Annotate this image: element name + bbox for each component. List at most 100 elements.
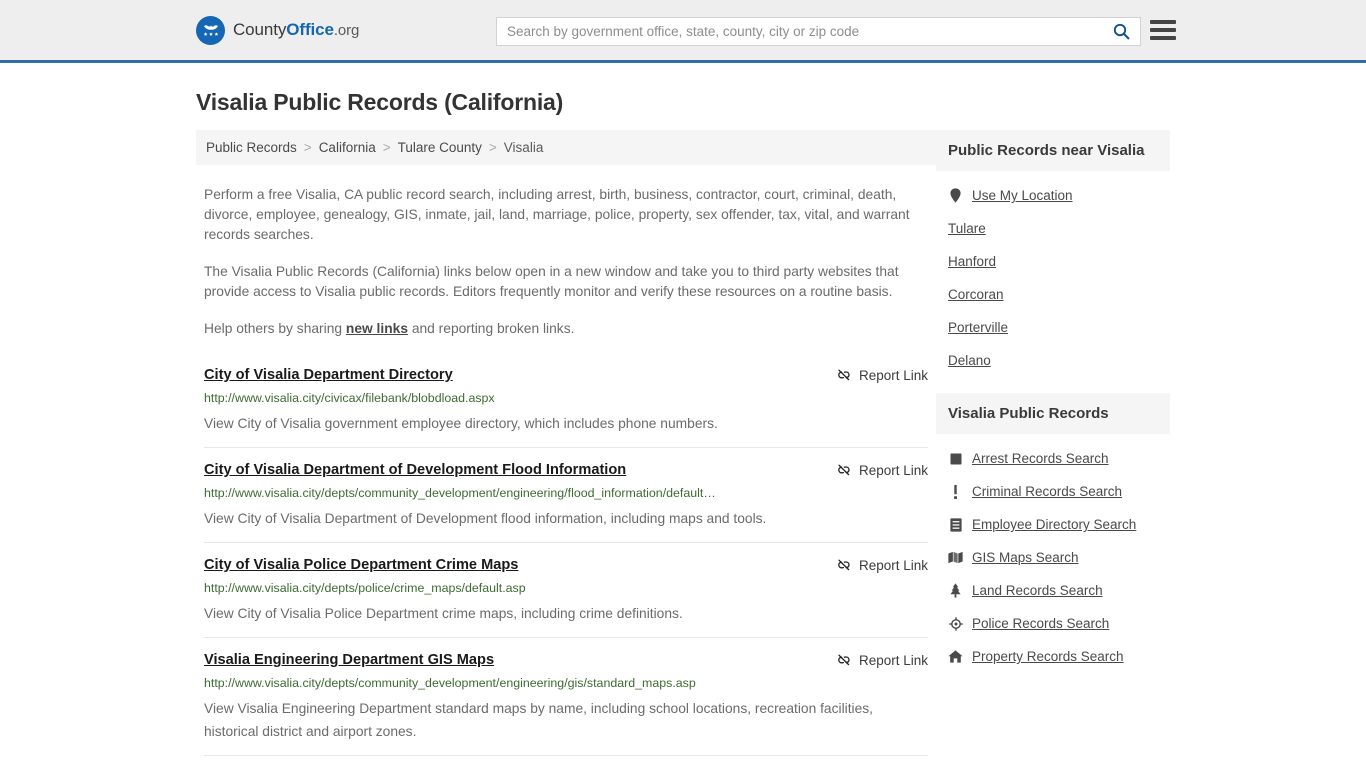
content-columns: Public Records > California > Tulare Cou… xyxy=(196,130,1170,768)
sidebar-item-label: Corcoran xyxy=(948,287,1004,302)
hamburger-bar xyxy=(1150,20,1176,24)
sidebar-item-property-records[interactable]: Property Records Search xyxy=(936,640,1170,673)
hamburger-menu-icon[interactable] xyxy=(1150,19,1176,41)
report-link-label: Report Link xyxy=(858,557,928,573)
sidebar-item-label: GIS Maps Search xyxy=(972,550,1079,565)
breadcrumb-separator: > xyxy=(303,140,312,155)
result-title-link[interactable]: Visalia Engineering Department GIS Maps xyxy=(204,651,494,669)
breadcrumb-item-tulare-county[interactable]: Tulare County xyxy=(398,140,482,155)
exclamation-icon xyxy=(948,484,963,499)
sidebar-item-hanford[interactable]: Hanford xyxy=(936,245,1170,278)
site-logo-link[interactable]: CountyOffice.org xyxy=(196,15,359,45)
result-description: View City of Visalia government employee… xyxy=(204,416,718,431)
result-title-link[interactable]: City of Visalia Department of Developmen… xyxy=(204,461,626,479)
hamburger-bar xyxy=(1150,28,1176,32)
intro-p3-after: and reporting broken links. xyxy=(408,321,575,336)
result-description: View City of Visalia Department of Devel… xyxy=(204,511,767,526)
report-link-button[interactable]: Report Link xyxy=(836,556,928,573)
result-item: Visalia GIS Division GIS Maps Report Lin… xyxy=(204,755,928,768)
sidebar-item-label: Hanford xyxy=(948,254,997,269)
sidebar-item-delano[interactable]: Delano xyxy=(936,344,1170,377)
sidebar-item-label: Use My Location xyxy=(972,188,1073,203)
breadcrumb-item-public-records[interactable]: Public Records xyxy=(206,140,297,155)
sidebar-item-use-my-location[interactable]: Use My Location xyxy=(936,179,1170,212)
result-url: http://www.visalia.city/depts/community_… xyxy=(204,486,716,500)
result-header: City of Visalia Department Directory Rep… xyxy=(204,366,928,384)
report-link-button[interactable]: Report Link xyxy=(836,366,928,383)
report-link-button[interactable]: Report Link xyxy=(836,651,928,668)
intro-section: Perform a free Visalia, CA public record… xyxy=(196,185,936,339)
search-bar[interactable] xyxy=(496,17,1141,46)
results-list: City of Visalia Department Directory Rep… xyxy=(196,357,936,768)
breadcrumb-separator: > xyxy=(488,140,497,155)
widget-public-records-near: Public Records near Visalia Use My Locat… xyxy=(936,130,1170,379)
intro-paragraph-3: Help others by sharing new links and rep… xyxy=(204,319,928,339)
broken-link-icon xyxy=(838,559,850,571)
result-description: View Visalia Engineering Department stan… xyxy=(204,701,874,739)
sidebar-item-police-records[interactable]: Police Records Search xyxy=(936,607,1170,640)
widget-visalia-public-records: Visalia Public Records Arrest Records Se… xyxy=(936,393,1170,675)
sidebar-item-label: Property Records Search xyxy=(972,649,1124,664)
sidebar-item-label: Delano xyxy=(948,353,991,368)
widget-title: Public Records near Visalia xyxy=(936,130,1170,171)
breadcrumb-item-california[interactable]: California xyxy=(319,140,376,155)
sidebar: Public Records near Visalia Use My Locat… xyxy=(936,130,1170,689)
result-header: City of Visalia Department of Developmen… xyxy=(204,461,928,479)
fingerprint-icon xyxy=(948,453,963,465)
sidebar-item-label: Porterville xyxy=(948,320,1009,335)
page-title: Visalia Public Records (California) xyxy=(196,89,564,115)
new-links-link[interactable]: new links xyxy=(346,321,408,336)
search-icon xyxy=(1113,23,1129,40)
brand-part-office: Office xyxy=(286,20,334,39)
brand-part-county: County xyxy=(233,20,287,39)
result-url: http://www.visalia.city/civicax/filebank… xyxy=(204,391,495,405)
report-link-button[interactable]: Report Link xyxy=(836,461,928,478)
sidebar-item-label: Criminal Records Search xyxy=(972,484,1123,499)
sidebar-item-label: Land Records Search xyxy=(972,583,1103,598)
sidebar-item-porterville[interactable]: Porterville xyxy=(936,311,1170,344)
sidebar-item-gis-maps[interactable]: GIS Maps Search xyxy=(936,541,1170,574)
map-pin-icon xyxy=(948,188,963,203)
sidebar-item-land-records[interactable]: Land Records Search xyxy=(936,574,1170,607)
intro-paragraph-2: The Visalia Public Records (California) … xyxy=(204,264,899,299)
sidebar-item-tulare[interactable]: Tulare xyxy=(936,212,1170,245)
id-card-icon xyxy=(948,517,963,532)
main-column: Public Records > California > Tulare Cou… xyxy=(196,130,936,768)
broken-link-icon xyxy=(838,654,850,666)
sidebar-item-label: Police Records Search xyxy=(972,616,1110,631)
broken-link-icon xyxy=(838,369,850,381)
tree-icon xyxy=(948,583,963,598)
sidebar-item-criminal-records[interactable]: Criminal Records Search xyxy=(936,475,1170,508)
result-header: City of Visalia Police Department Crime … xyxy=(204,556,928,574)
result-title-link[interactable]: City of Visalia Police Department Crime … xyxy=(204,556,518,574)
result-url: http://www.visalia.city/depts/police/cri… xyxy=(204,581,526,595)
breadcrumb-item-visalia: Visalia xyxy=(503,140,544,155)
report-link-label: Report Link xyxy=(858,652,928,668)
hamburger-bar xyxy=(1150,36,1176,40)
search-input[interactable] xyxy=(497,18,1102,45)
intro-paragraph-1: Perform a free Visalia, CA public record… xyxy=(204,187,910,242)
sidebar-item-label: Arrest Records Search xyxy=(972,451,1109,466)
breadcrumb-separator: > xyxy=(382,140,391,155)
intro-p3-before: Help others by sharing xyxy=(204,321,346,336)
result-description: View City of Visalia Police Department c… xyxy=(204,606,683,621)
sidebar-item-label: Employee Directory Search xyxy=(972,517,1137,532)
site-brand-text: CountyOffice.org xyxy=(233,20,359,40)
eagle-seal-icon xyxy=(196,15,225,45)
house-icon xyxy=(948,650,963,663)
sidebar-item-employee-directory[interactable]: Employee Directory Search xyxy=(936,508,1170,541)
report-link-label: Report Link xyxy=(858,367,928,383)
result-item: Visalia Engineering Department GIS Maps … xyxy=(204,637,928,755)
breadcrumb: Public Records > California > Tulare Cou… xyxy=(196,130,936,165)
result-title-link[interactable]: City of Visalia Department Directory xyxy=(204,366,453,384)
result-item: City of Visalia Department Directory Rep… xyxy=(204,357,928,447)
page-container: Visalia Public Records (California) Publ… xyxy=(0,89,1366,768)
sidebar-item-arrest-records[interactable]: Arrest Records Search xyxy=(936,442,1170,475)
widget-body: Arrest Records Search Criminal Records S… xyxy=(936,434,1170,675)
search-button[interactable] xyxy=(1102,18,1140,45)
brand-part-org: .org xyxy=(333,22,360,39)
police-badge-icon xyxy=(948,616,963,631)
sidebar-item-corcoran[interactable]: Corcoran xyxy=(936,278,1170,311)
broken-link-icon xyxy=(838,464,850,476)
result-item: City of Visalia Department of Developmen… xyxy=(204,447,928,542)
